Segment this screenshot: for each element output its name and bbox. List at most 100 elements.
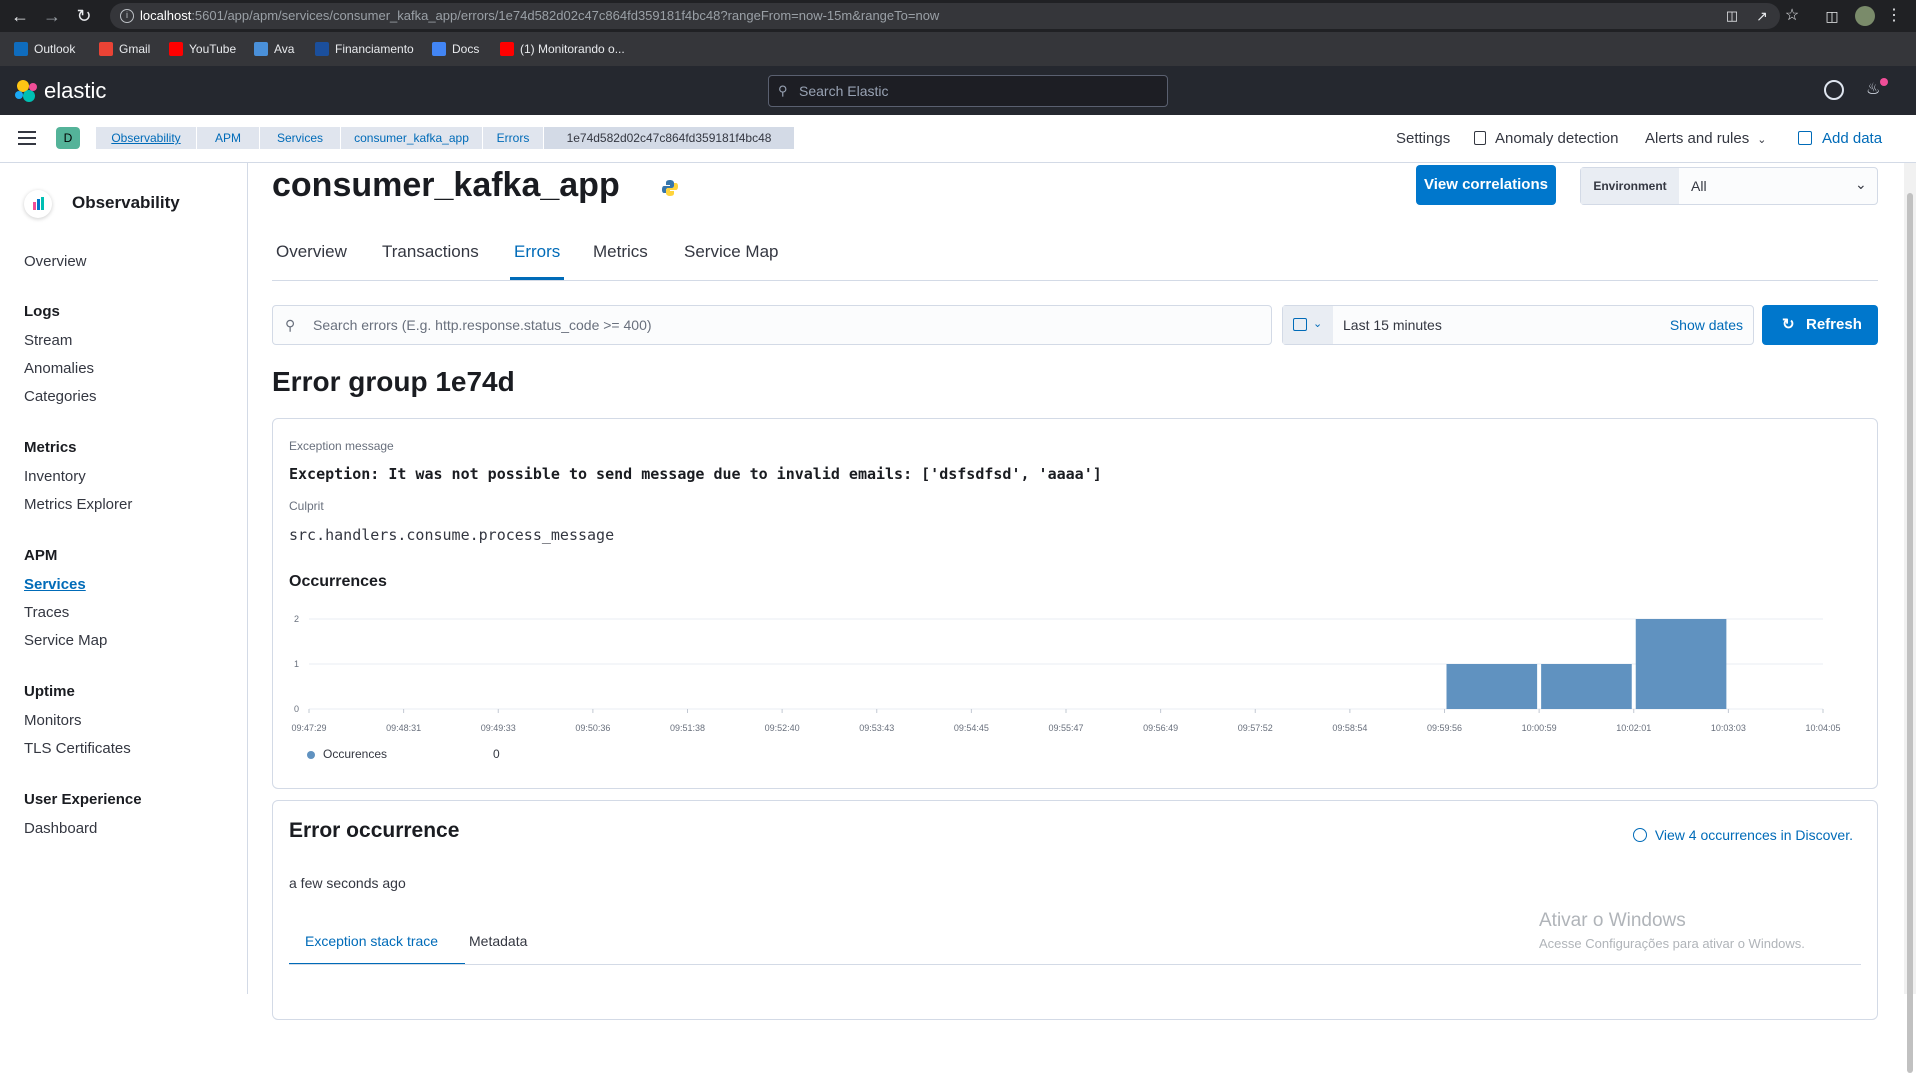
- address-bar[interactable]: i localhost:5601/app/apm/services/consum…: [110, 3, 1780, 29]
- date-range-label[interactable]: Last 15 minutes: [1343, 306, 1442, 344]
- tab-transactions[interactable]: Transactions: [382, 242, 479, 262]
- x-tick-label: 09:52:40: [765, 723, 800, 733]
- bookmark-outlook[interactable]: Outlook: [14, 40, 75, 58]
- profile-avatar[interactable]: [1855, 6, 1875, 26]
- bookmark-financiamento[interactable]: Financiamento: [315, 40, 414, 58]
- sidebar-item-metrics-explorer[interactable]: Metrics Explorer: [24, 496, 132, 513]
- bookmark-ava[interactable]: Ava: [254, 40, 294, 58]
- page-title: consumer_kafka_app: [272, 166, 620, 204]
- bookmark-label: (1) Monitorando o...: [520, 42, 625, 56]
- date-picker: ⌄ Last 15 minutes Show dates: [1282, 305, 1754, 345]
- browser-toolbar: ← → ↻ i localhost:5601/app/apm/services/…: [0, 0, 1916, 32]
- share-icon[interactable]: ↗: [1752, 6, 1772, 26]
- translate-icon[interactable]: ◫: [1722, 6, 1742, 26]
- sidebar-item-overview[interactable]: Overview: [24, 253, 87, 270]
- error-search-placeholder: Search errors (E.g. http.response.status…: [313, 317, 652, 333]
- environment-label: Environment: [1581, 168, 1679, 204]
- error-search-input[interactable]: ⚲ Search errors (E.g. http.response.stat…: [272, 305, 1272, 345]
- forward-icon[interactable]: →: [42, 6, 62, 26]
- bookmarks-bar: Outlook Gmail YouTube Ava Financiamento …: [0, 32, 1916, 66]
- windows-watermark-subtitle: Acesse Configurações para ativar o Windo…: [1539, 936, 1805, 951]
- breadcrumb-bar: D Observability APM Services consumer_ka…: [0, 115, 1916, 163]
- x-tick-label: 09:47:29: [291, 723, 326, 733]
- kibana-header: elastic ⚲ Search Elastic ♨: [0, 66, 1916, 115]
- bookmark-label: Financiamento: [335, 42, 414, 56]
- help-icon[interactable]: [1824, 80, 1844, 100]
- sidebar-item-dashboard[interactable]: Dashboard: [24, 820, 97, 837]
- sidebar-heading-metrics: Metrics: [24, 439, 77, 456]
- bookmark-label: Docs: [452, 42, 480, 56]
- tab-metadata[interactable]: Metadata: [469, 933, 527, 949]
- bookmark-star-icon[interactable]: ☆: [1782, 6, 1802, 26]
- tab-exception-stack-trace[interactable]: Exception stack trace: [305, 933, 438, 949]
- x-tick-label: 10:03:03: [1711, 723, 1746, 733]
- sidebar-item-stream[interactable]: Stream: [24, 332, 72, 349]
- y-tick-label: 1: [294, 659, 299, 669]
- scrollbar-thumb[interactable]: [1907, 193, 1913, 1073]
- x-tick-label: 09:53:43: [859, 723, 894, 733]
- sidebar-item-inventory[interactable]: Inventory: [24, 468, 86, 485]
- browser-menu-icon[interactable]: ⋮: [1884, 6, 1904, 26]
- breadcrumb-apm[interactable]: APM: [197, 127, 259, 149]
- breadcrumb-error-group: 1e74d582d02c47c864fd359181f4bc48: [544, 127, 794, 149]
- global-search-input[interactable]: ⚲ Search Elastic: [768, 75, 1168, 107]
- back-icon[interactable]: ←: [10, 6, 30, 26]
- tab-errors[interactable]: Errors: [514, 242, 560, 262]
- side-panel-icon[interactable]: ◫: [1822, 6, 1842, 26]
- quick-menu-button[interactable]: ⌄: [1283, 306, 1333, 344]
- refresh-label: Refresh: [1806, 316, 1862, 333]
- bookmark-gmail[interactable]: Gmail: [99, 40, 150, 58]
- notification-dot: [1880, 78, 1888, 86]
- anomaly-detection-link[interactable]: Anomaly detection: [1495, 130, 1618, 148]
- bookmark-monitorando[interactable]: (1) Monitorando o...: [500, 40, 625, 58]
- alerts-rules-link[interactable]: Alerts and rules ⌄: [1645, 130, 1766, 149]
- python-icon: [660, 178, 680, 198]
- occurrence-bar: [1635, 619, 1727, 709]
- site-info-icon[interactable]: i: [120, 9, 134, 23]
- sidebar-heading-uptime: Uptime: [24, 683, 75, 700]
- sidebar-item-anomalies[interactable]: Anomalies: [24, 360, 94, 377]
- sidebar-item-services[interactable]: Services: [24, 576, 86, 593]
- elastic-logo[interactable]: elastic: [14, 78, 106, 104]
- sidebar-item-monitors[interactable]: Monitors: [24, 712, 82, 729]
- sidebar-item-traces[interactable]: Traces: [24, 604, 69, 621]
- sidebar-item-service-map[interactable]: Service Map: [24, 632, 107, 649]
- exception-label: Exception message: [289, 439, 394, 453]
- sidebar-heading-user-experience: User Experience: [24, 791, 142, 808]
- bookmark-docs[interactable]: Docs: [432, 40, 479, 58]
- breadcrumb-errors[interactable]: Errors: [483, 127, 543, 149]
- page-scrollbar[interactable]: [1904, 163, 1916, 1073]
- refresh-button[interactable]: ↻ Refresh: [1762, 305, 1878, 345]
- tab-service-map[interactable]: Service Map: [684, 242, 778, 262]
- tab-metrics[interactable]: Metrics: [593, 242, 648, 262]
- view-correlations-button[interactable]: View correlations: [1416, 165, 1556, 205]
- occurrences-title: Occurrences: [289, 573, 387, 590]
- environment-select[interactable]: Environment All ⌄: [1580, 167, 1878, 205]
- breadcrumb-observability[interactable]: Observability: [96, 127, 196, 149]
- space-avatar[interactable]: D: [56, 127, 80, 149]
- occurrences-chart: 0 1 2 09:47:29 09:48:31 09:49:33 09:50:36 09:51…: [291, 614, 1840, 733]
- reload-icon[interactable]: ↻: [74, 6, 94, 26]
- legend-dot: [307, 751, 315, 759]
- add-data-link[interactable]: Add data: [1822, 130, 1882, 148]
- tab-overview[interactable]: Overview: [276, 242, 347, 262]
- bookmark-youtube[interactable]: YouTube: [169, 40, 236, 58]
- x-tick-label: 09:49:33: [481, 723, 516, 733]
- legend-series-name[interactable]: Occurences: [323, 747, 387, 761]
- show-dates-link[interactable]: Show dates: [1670, 306, 1743, 344]
- sidebar-item-categories[interactable]: Categories: [24, 388, 97, 405]
- menu-icon[interactable]: [18, 131, 36, 145]
- outlook-icon: [14, 42, 28, 56]
- view-in-discover-link[interactable]: View 4 occurrences in Discover.: [1632, 827, 1853, 843]
- breadcrumb-service[interactable]: consumer_kafka_app: [341, 127, 482, 149]
- sidebar-heading-logs: Logs: [24, 303, 60, 320]
- add-data-icon: [1798, 131, 1812, 145]
- sidebar-item-tls-certificates[interactable]: TLS Certificates: [24, 740, 131, 757]
- url-path: :5601/app/apm/services/consumer_kafka_ap…: [191, 8, 940, 23]
- breadcrumb-services[interactable]: Services: [260, 127, 340, 149]
- alerts-rules-label: Alerts and rules: [1645, 130, 1750, 147]
- search-icon: ⚲: [285, 317, 296, 333]
- settings-link[interactable]: Settings: [1396, 130, 1450, 148]
- tabs-divider: [272, 280, 1878, 281]
- error-summary-panel: Exception message Exception: It was not …: [272, 418, 1878, 789]
